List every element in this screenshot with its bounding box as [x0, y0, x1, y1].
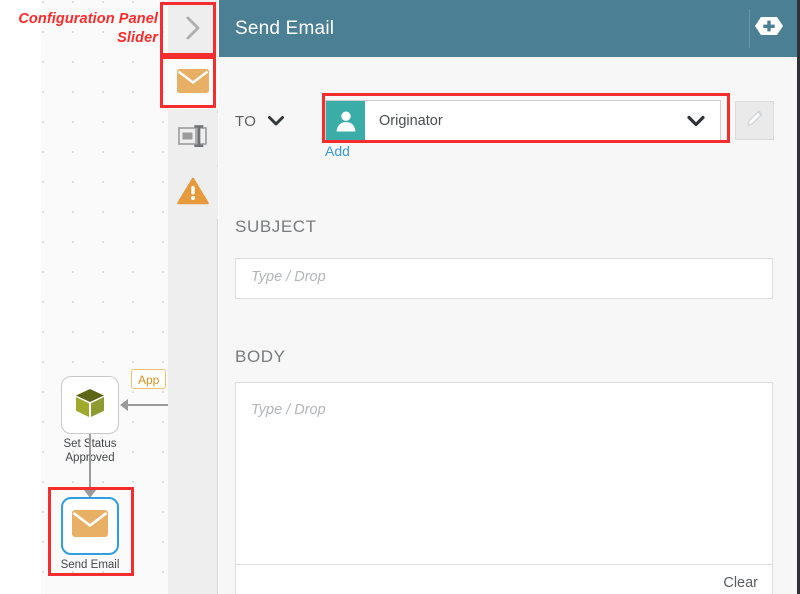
chevron-down-icon[interactable] — [686, 114, 720, 128]
rail-item-alerts[interactable] — [168, 167, 218, 219]
subject-placeholder: Type / Drop — [251, 269, 326, 285]
connector-incoming — [126, 404, 168, 406]
to-add-link[interactable]: Add — [325, 143, 350, 159]
panel-icon-rail — [168, 0, 218, 594]
envelope-icon — [72, 510, 108, 542]
warning-triangle-icon — [177, 177, 209, 210]
workflow-canvas[interactable]: App Set Status Approved S — [0, 0, 168, 594]
node-set-status-approved[interactable] — [61, 376, 119, 434]
connector-incoming-arrow — [120, 399, 128, 411]
pencil-icon — [744, 107, 766, 134]
chevron-right-icon — [182, 15, 204, 41]
cube-icon — [73, 386, 107, 425]
annotation-configuration-panel-slider: Configuration Panel Slider — [18, 11, 158, 46]
connector-vertical — [89, 434, 91, 494]
body-label: BODY — [235, 347, 286, 366]
configuration-panel-slider-button[interactable] — [168, 0, 218, 56]
panel-body: TO Originator Add SUBJECT Type / Drop BO… — [219, 57, 797, 594]
page-title: Send Email — [235, 17, 335, 39]
node-label-send-email: Send Email — [60, 559, 120, 571]
app-screenshot: App Set Status Approved S — [0, 0, 800, 594]
properties-icon — [178, 124, 208, 154]
canvas-gutter — [0, 0, 41, 594]
to-recipient-select[interactable]: Originator — [325, 100, 721, 141]
clear-button[interactable]: Clear — [723, 575, 758, 591]
rail-item-properties[interactable] — [168, 113, 218, 165]
node-send-email[interactable] — [61, 497, 119, 555]
configuration-panel: Send Email TO Originator Add SUBJECT Typ… — [219, 0, 797, 594]
person-icon — [326, 101, 365, 140]
subject-label: SUBJECT — [235, 217, 317, 236]
panel-header: Send Email — [219, 0, 797, 57]
to-recipient-value: Originator — [379, 112, 443, 129]
to-label: TO — [235, 113, 257, 130]
to-edit-button[interactable] — [735, 101, 774, 140]
to-expand-chevron-down-icon[interactable] — [267, 114, 285, 133]
rail-item-email[interactable] — [168, 57, 218, 109]
plus-hex-icon — [754, 16, 784, 41]
branch-label-chip[interactable]: App — [131, 369, 167, 389]
body-placeholder: Type / Drop — [251, 402, 326, 418]
to-field-row: TO Originator Add — [219, 100, 797, 159]
body-toolbar: Clear — [235, 565, 773, 594]
envelope-icon — [177, 68, 209, 98]
add-step-button[interactable] — [750, 13, 788, 43]
